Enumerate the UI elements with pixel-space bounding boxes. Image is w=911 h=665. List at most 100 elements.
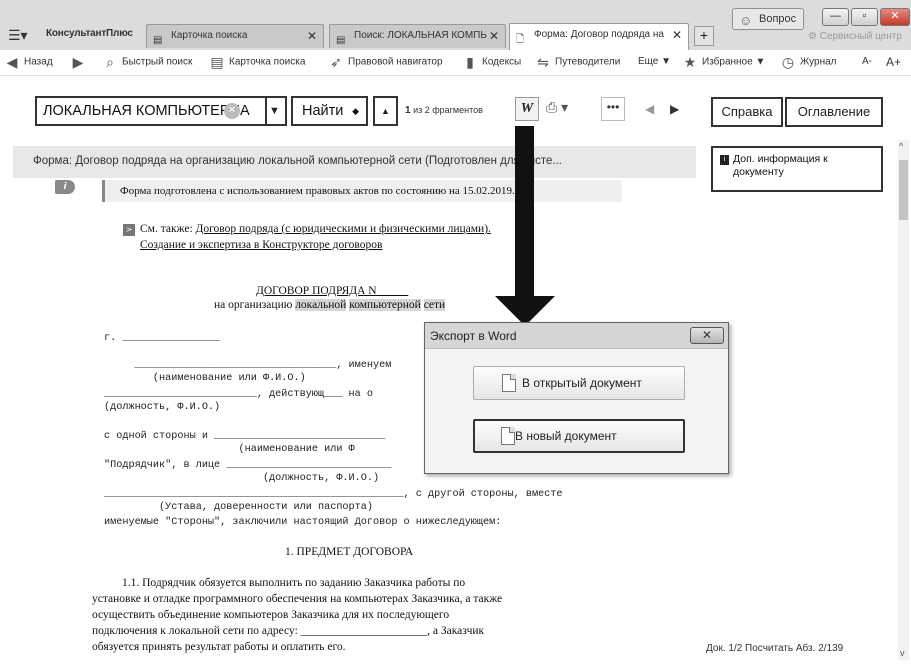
back-button[interactable]: ◀ Назад	[4, 54, 53, 71]
minimize-button[interactable]: —	[822, 8, 849, 26]
find-button[interactable]: Найти ◆	[291, 96, 368, 126]
info-icon[interactable]: i	[55, 180, 75, 194]
search-card-label: Карточка поиска	[229, 56, 306, 68]
toc-button[interactable]: Оглавление	[785, 97, 883, 127]
highlighted-term: компьютерной	[349, 299, 421, 311]
contract-subtitle: на организацию локальной компьютерной се…	[214, 299, 446, 311]
quick-search-label: Быстрый поиск	[122, 56, 193, 68]
document-insert-icon	[502, 374, 516, 392]
prev-document-button[interactable]: ◀	[645, 102, 654, 116]
scrollbar-thumb[interactable]	[899, 160, 908, 220]
search-icon: ⌕	[106, 54, 114, 70]
new-document-label: В новый документ	[515, 429, 617, 443]
paragraph-line: обязуется принять результат работы и опл…	[92, 641, 346, 653]
close-icon[interactable]: ✕	[307, 25, 317, 47]
fragment-counter: 1 из 2 фрагментов	[405, 105, 483, 116]
journal-button[interactable]: ◷ Журнал	[780, 54, 837, 71]
legal-navigator-button[interactable]: ➶ Правовой навигатор	[328, 54, 443, 71]
contract-line: (должность, Ф.И.О.)	[104, 473, 380, 484]
more-menu[interactable]: Еще ▼	[638, 54, 671, 70]
export-word-button[interactable]: W	[515, 97, 539, 121]
new-document-icon	[501, 427, 515, 445]
prepared-note: Форма подготовлена с использованием прав…	[102, 180, 622, 202]
export-to-open-document-button[interactable]: В открытый документ	[473, 366, 685, 400]
contract-title: ДОГОВОР ПОДРЯДА N _____	[256, 285, 409, 297]
guides-button[interactable]: ⇋ Путеводители	[535, 54, 620, 71]
close-icon[interactable]: ✕	[672, 24, 682, 46]
open-document-label: В открытый документ	[522, 376, 642, 390]
contract-line: "Подрядчик", в лице ____________________…	[104, 460, 392, 471]
see-also-prefix: См. также:	[140, 223, 196, 235]
forward-button[interactable]: ▶	[70, 54, 90, 71]
star-icon: ★	[683, 54, 697, 70]
next-document-button[interactable]: ▶	[670, 102, 679, 116]
paragraph-line: установке и отладке программного обеспеч…	[92, 593, 503, 605]
search-history-dropdown[interactable]: ▼	[264, 96, 287, 126]
help-button[interactable]: Справка	[711, 97, 783, 127]
contract-line: (должность, Ф.И.О.)	[104, 402, 221, 413]
scroll-down-icon[interactable]: v	[900, 648, 905, 658]
dialog-title: Экспорт в Word	[425, 323, 728, 349]
scroll-up-icon[interactable]: ^	[899, 141, 903, 151]
highlighted-term: сети	[423, 299, 446, 311]
see-also-link[interactable]: Договор подряда (с юридическими и физиче…	[196, 223, 491, 235]
tab-label: Поиск: ЛОКАЛЬНАЯ КОМПЬ	[354, 30, 487, 41]
clear-search-icon[interactable]: ✕	[224, 103, 240, 119]
tab-label: Форма: Договор подряда на	[534, 29, 664, 40]
contract-line: (Устава, доверенности или паспорта)	[104, 502, 373, 513]
service-center-link[interactable]: ⚙ Сервисный центр	[808, 31, 902, 42]
maximize-button[interactable]: ▫	[851, 8, 878, 26]
service-center-label: Сервисный центр	[819, 31, 902, 42]
subtitle-text: на организацию	[214, 299, 296, 311]
search-card-button[interactable]: ▤ Карточка поиска	[209, 54, 305, 71]
question-label: Вопрос	[759, 13, 797, 25]
see-also-link[interactable]: Создание и экспертиза в Конструкторе дог…	[140, 239, 382, 251]
dialog-close-button[interactable]: ✕	[690, 327, 724, 344]
fragment-total: из 2 фрагментов	[410, 105, 483, 115]
document-title: Форма: Договор подряда на организацию ло…	[33, 155, 562, 167]
paragraph-line: осуществить объединение компьютеров Зака…	[92, 609, 450, 621]
font-increase-button[interactable]: A+	[886, 54, 901, 70]
chevron-down-icon: ◆	[352, 106, 359, 116]
new-tab-button[interactable]: +	[694, 26, 714, 46]
close-icon[interactable]: ✕	[489, 25, 499, 47]
arrow-right-icon: ▶	[72, 54, 84, 70]
contract-line: с одной стороны и ______________________…	[104, 431, 386, 442]
tab-document[interactable]: 🗋 Форма: Договор подряда на ✕	[509, 23, 689, 50]
search-card-icon: ▤	[210, 54, 224, 70]
journal-label: Журнал	[800, 56, 837, 68]
section-heading: 1. ПРЕДМЕТ ДОГОВОРА	[285, 546, 414, 558]
search-card-icon: ▤	[153, 35, 163, 46]
info-icon: i	[720, 155, 729, 165]
people-icon: ☺	[739, 13, 753, 28]
favorites-menu[interactable]: ★ Избранное ▼	[682, 54, 766, 71]
font-decrease-button[interactable]: A-	[862, 54, 872, 70]
status-bar: Док. 1/2 Посчитать Абз. 2/139	[706, 643, 844, 654]
history-icon: ◷	[781, 54, 795, 70]
export-to-new-document-button[interactable]: В новый документ	[473, 419, 685, 453]
quick-search-button[interactable]: ⌕ Быстрый поиск	[102, 54, 192, 71]
contract-line: _________________________, действующ___ …	[104, 389, 373, 400]
tab-search-card[interactable]: ▤ Карточка поиска ✕	[146, 24, 324, 48]
tab-search-results[interactable]: ▤ Поиск: ЛОКАЛЬНАЯ КОМПЬ ✕	[329, 24, 506, 48]
codes-button[interactable]: ▮ Кодексы	[462, 54, 521, 71]
signpost-icon: ⇋	[537, 54, 549, 70]
question-button[interactable]: ☺ Вопрос	[732, 8, 804, 30]
annotation-arrow	[515, 126, 534, 298]
document-icon: 🗋	[516, 34, 525, 45]
contract-line: _________________________________, имену…	[104, 360, 392, 371]
guides-label: Путеводители	[555, 56, 621, 68]
see-also-icon: >	[123, 224, 135, 236]
contract-line: г. ________________	[104, 333, 221, 344]
next-fragment-button[interactable]: ▲	[373, 96, 398, 126]
navigator-icon: ➶	[330, 54, 342, 70]
main-menu-button[interactable]: ☰▾	[8, 27, 38, 45]
more-actions-button[interactable]: •••	[601, 97, 625, 121]
extra-info-button[interactable]: i Доп. информация к документу	[711, 146, 883, 192]
contract-line: именуемые "Стороны", заключили настоящий…	[104, 517, 502, 528]
legal-navigator-label: Правовой навигатор	[348, 56, 443, 68]
paragraph-line: подключения к локальной сети по адресу: …	[92, 625, 485, 637]
contract-line: (наименование или Ф.И.О.)	[104, 373, 306, 384]
close-window-button[interactable]: ✕	[880, 8, 910, 26]
print-button[interactable]: ⎙ ▾	[546, 99, 568, 116]
